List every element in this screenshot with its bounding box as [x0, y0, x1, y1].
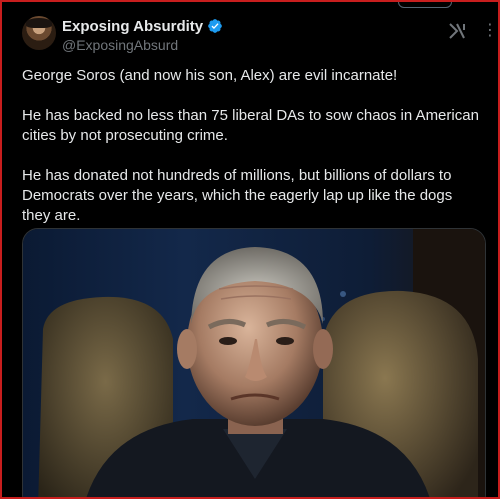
more-icon[interactable]: ⋮: [482, 22, 498, 40]
verified-badge-icon: [208, 19, 222, 33]
post-image[interactable]: [22, 228, 486, 497]
top-button-outline[interactable]: [398, 2, 452, 8]
author-block: Exposing Absurdity @ExposingAbsurd: [62, 17, 223, 53]
post-header: Exposing Absurdity @ExposingAbsurd ⋮: [22, 16, 498, 58]
post-frame: Exposing Absurdity @ExposingAbsurd ⋮ Geo…: [0, 0, 500, 499]
post-paragraph: He has donated not hundreds of millions,…: [22, 167, 453, 224]
post-text: George Soros (and now his son, Alex) are…: [22, 66, 482, 226]
portrait-photo: [23, 229, 485, 497]
post-paragraph: George Soros (and now his son, Alex) are…: [22, 67, 398, 84]
avatar[interactable]: [22, 16, 56, 50]
post-paragraph: He has backed no less than 75 liberal DA…: [22, 107, 479, 144]
author-handle[interactable]: @ExposingAbsurd: [62, 37, 223, 53]
grok-icon[interactable]: [448, 22, 468, 40]
display-name-row: Exposing Absurdity: [62, 17, 223, 35]
display-name[interactable]: Exposing Absurdity: [62, 18, 203, 35]
